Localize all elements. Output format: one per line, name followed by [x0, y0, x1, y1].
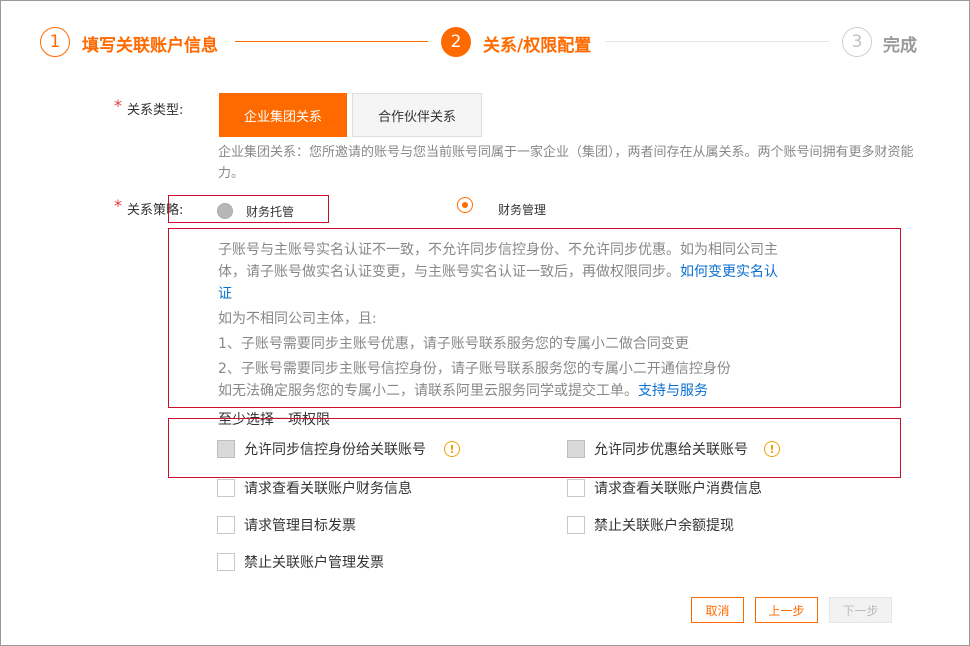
checkbox-forbid-withdraw[interactable]	[567, 516, 585, 534]
checkbox-forbid-invoice[interactable]	[217, 553, 235, 571]
radio-management[interactable]	[457, 197, 473, 213]
checkbox-manage-invoice[interactable]	[217, 516, 235, 534]
info-line: 子账号与主账号实名认证不一致，不允许同步信控身份、不允许同步优惠。如为相同公司主	[218, 242, 778, 258]
step-2-circle: 2	[441, 27, 471, 57]
change-realname-link[interactable]: 如何变更实名认	[680, 264, 778, 280]
step-1-circle: 1	[40, 27, 70, 57]
warning-icon[interactable]: !	[764, 441, 780, 457]
step-connector-2	[605, 41, 829, 42]
radio-management-dot	[462, 202, 468, 208]
step-3-circle: 3	[842, 27, 872, 57]
warning-icon[interactable]: !	[444, 441, 460, 457]
change-realname-link-cont[interactable]: 证	[218, 283, 828, 305]
support-service-link[interactable]: 支持与服务	[638, 383, 708, 399]
info-line: 体，请子账号做实名认证变更，与主账号实名认证一致后，再做权限同步。如何变更实名认	[218, 261, 828, 283]
required-marker: *	[114, 96, 122, 115]
prev-step-button[interactable]: 上一步	[755, 597, 818, 623]
relation-type-option-group[interactable]: 企业集团关系	[219, 93, 347, 137]
info-line: 如无法确定服务您的专属小二，请联系阿里云服务同学或提交工单。支持与服务	[218, 380, 828, 402]
relation-type-label: 关系类型:	[127, 103, 184, 118]
info-line-text: 体，请子账号做实名认证变更，与主账号实名认证一致后，再做权限同步。	[218, 264, 680, 280]
checkbox-view-finance[interactable]	[217, 479, 235, 497]
info-line-text: 如无法确定服务您的专属小二，请联系阿里云服务同学或提交工单。	[218, 383, 638, 399]
radio-management-label: 财务管理	[498, 203, 547, 217]
checkbox-forbid-invoice-label: 禁止关联账户管理发票	[244, 555, 384, 571]
checkbox-sync-credit[interactable]	[217, 440, 235, 458]
cancel-button[interactable]: 取消	[691, 597, 744, 623]
info-line: 2、子账号需要同步主账号信控身份，请子账号联系服务您的专属小二开通信控身份	[218, 361, 731, 377]
next-step-button[interactable]: 下一步	[829, 597, 892, 623]
strategy-info-text: 子账号与主账号实名认证不一致，不允许同步信控身份、不允许同步优惠。如为相同公司主…	[218, 239, 828, 402]
relation-type-option-partner[interactable]: 合作伙伴关系	[352, 93, 482, 137]
checkbox-sync-discount[interactable]	[567, 440, 585, 458]
checkbox-sync-discount-label: 允许同步优惠给关联账号	[594, 442, 748, 458]
checkbox-sync-credit-label: 允许同步信控身份给关联账号	[244, 442, 426, 458]
checkbox-view-consumption[interactable]	[567, 479, 585, 497]
radio-custody[interactable]	[217, 203, 233, 219]
info-line: 1、子账号需要同步主账号优惠，请子账号联系服务您的专属小二做合同变更	[218, 336, 689, 352]
required-marker: *	[114, 196, 122, 215]
step-2-label: 关系/权限配置	[483, 36, 592, 56]
checkbox-manage-invoice-label: 请求管理目标发票	[244, 518, 356, 534]
step-connector-1	[235, 41, 428, 42]
relation-type-hint: 企业集团关系：您所邀请的账号与您当前账号同属于一家企业（集团），两者间存在从属关…	[218, 145, 914, 181]
step-1-label: 填写关联账户信息	[82, 36, 218, 56]
checkbox-forbid-withdraw-label: 禁止关联账户余额提现	[594, 518, 734, 534]
checkbox-view-consumption-label: 请求查看关联账户消费信息	[594, 481, 762, 497]
info-line: 如为不相同公司主体，且:	[218, 311, 377, 327]
checkbox-view-finance-label: 请求查看关联账户财务信息	[244, 481, 412, 497]
radio-custody-label: 财务托管	[246, 205, 295, 219]
step-3-label: 完成	[883, 36, 917, 56]
